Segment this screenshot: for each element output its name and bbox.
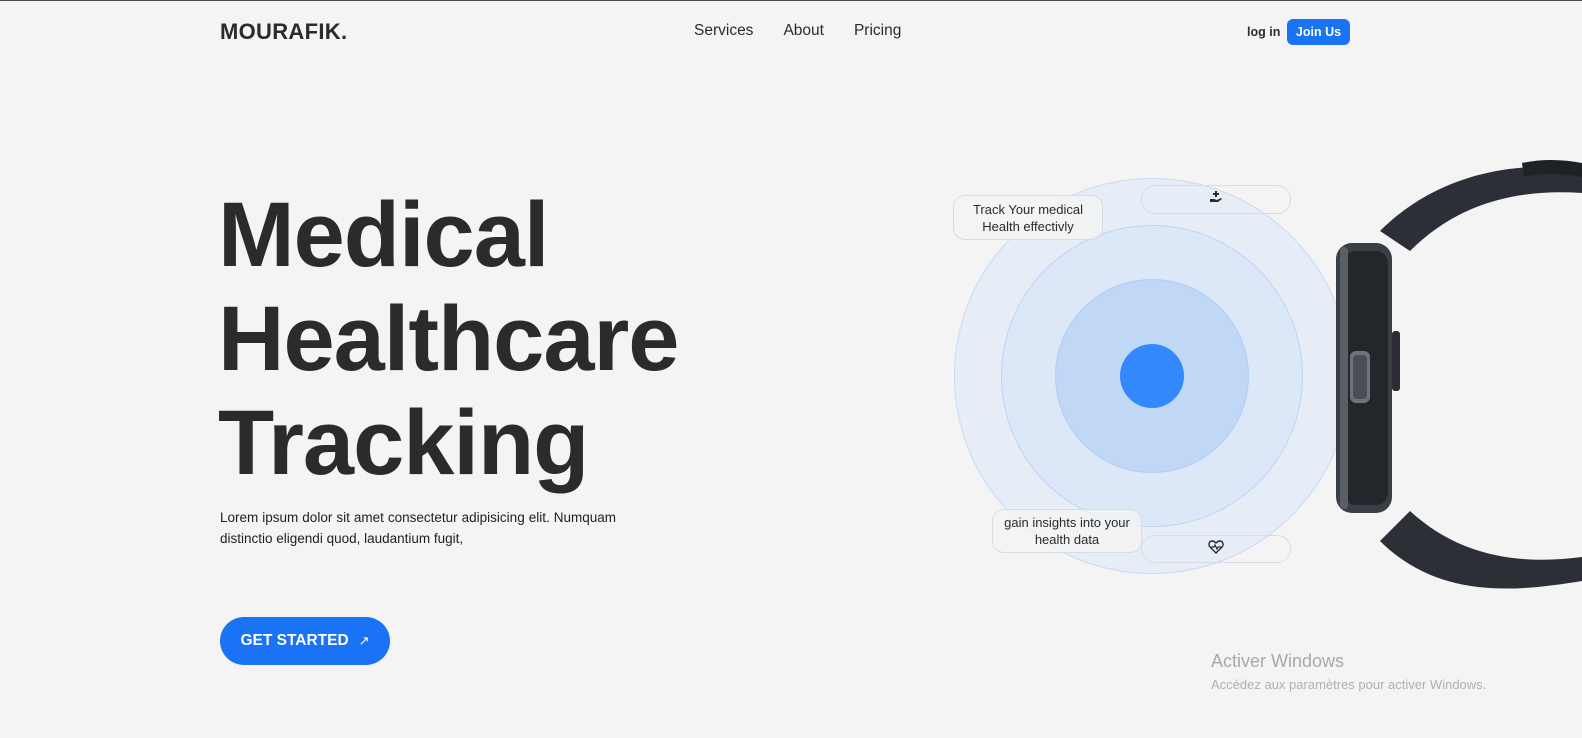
nav-link-pricing[interactable]: Pricing — [854, 22, 901, 40]
nav-link-about[interactable]: About — [783, 22, 824, 40]
hero-description: Lorem ipsum dolor sit amet consectetur a… — [220, 510, 616, 546]
hero-title-line-3: Tracking — [218, 392, 589, 494]
hero-title-line-1: Medical — [218, 184, 549, 286]
get-started-button[interactable]: GET STARTED ↗ — [220, 617, 390, 665]
windows-activation-subtitle: Accédez aux paramètres pour activer Wind… — [1211, 677, 1487, 692]
feature-pill-medical — [1141, 185, 1291, 214]
join-us-button[interactable]: Join Us — [1287, 19, 1350, 45]
hero-title: Medical Healthcare Tracking — [218, 183, 679, 495]
nav-link-services[interactable]: Services — [694, 22, 753, 40]
pulse-dot — [1120, 344, 1184, 408]
arrow-up-right-icon: ↗ — [358, 633, 370, 648]
heart-pulse-icon — [1208, 539, 1224, 559]
logo[interactable]: MOURAFIK. — [220, 19, 347, 45]
windows-activation-title: Activer Windows — [1211, 651, 1345, 671]
info-bubble-track: Track Your medical Health effectivly — [953, 195, 1103, 240]
feature-pill-heart — [1141, 535, 1291, 563]
hand-medical-icon — [1208, 190, 1224, 209]
nav-links: Services About Pricing — [694, 22, 901, 40]
info-bubble-insights: gain insights into your health data — [992, 509, 1142, 553]
smartwatch-image — [1300, 151, 1582, 626]
get-started-label: GET STARTED — [240, 632, 349, 649]
hero-title-line-2: Healthcare — [218, 288, 679, 390]
navbar: MOURAFIK. Services About Pricing log in … — [0, 1, 1582, 63]
login-link[interactable]: log in — [1247, 25, 1280, 39]
